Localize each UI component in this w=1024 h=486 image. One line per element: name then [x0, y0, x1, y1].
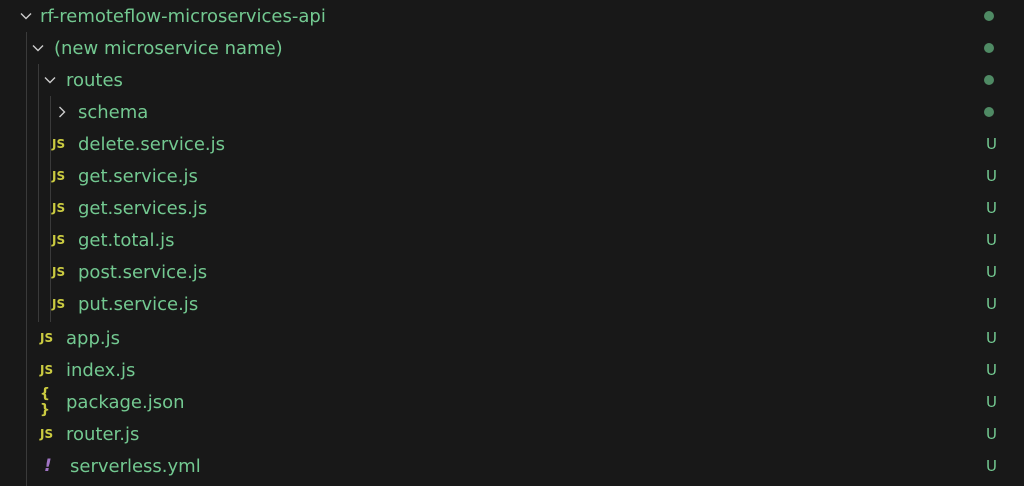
tree-folder-new-microservice[interactable]: (new microservice name) — [0, 32, 1024, 64]
javascript-file-icon: JS — [52, 201, 66, 215]
untracked-status-badge: U — [986, 361, 997, 379]
untracked-status-badge: U — [986, 231, 997, 249]
tree-item-label: post.service.js — [78, 261, 208, 283]
chevron-down-icon[interactable] — [18, 0, 34, 32]
tree-item-label: index.js — [66, 359, 136, 381]
untracked-status-badge: U — [986, 199, 997, 217]
json-file-icon: { } — [40, 386, 51, 418]
tree-folder-schema[interactable]: schema — [0, 96, 1024, 128]
tree-item-label: serverless.yml — [70, 455, 201, 477]
tree-item-label: get.services.js — [78, 197, 208, 219]
javascript-file-icon: JS — [40, 331, 54, 345]
tree-file-get-services[interactable]: JS get.services.js U — [0, 192, 1024, 224]
tree-item-label: app.js — [66, 327, 120, 349]
tree-file-router[interactable]: JS router.js U — [0, 418, 1024, 450]
untracked-status-badge: U — [986, 457, 997, 475]
tree-item-label: put.service.js — [78, 293, 199, 315]
chevron-right-icon[interactable] — [54, 96, 70, 128]
javascript-file-icon: JS — [52, 233, 66, 247]
tree-item-label: get.total.js — [78, 229, 175, 251]
javascript-file-icon: JS — [52, 169, 66, 183]
javascript-file-icon: JS — [52, 265, 66, 279]
chevron-down-icon[interactable] — [42, 64, 58, 96]
tree-item-label: schema — [78, 101, 149, 123]
tree-file-app[interactable]: JS app.js U — [0, 322, 1024, 354]
javascript-file-icon: JS — [40, 427, 54, 441]
modified-dot-icon — [984, 75, 994, 85]
untracked-status-badge: U — [986, 295, 997, 313]
untracked-status-badge: U — [986, 167, 997, 185]
untracked-status-badge: U — [986, 425, 997, 443]
tree-item-label: (new microservice name) — [54, 37, 283, 59]
tree-item-label: routes — [66, 69, 123, 91]
tree-file-serverless-yml[interactable]: ! serverless.yml U — [0, 450, 1024, 482]
tree-item-label: get.service.js — [78, 165, 198, 187]
tree-file-post-service[interactable]: JS post.service.js U — [0, 256, 1024, 288]
tree-item-label: rf-remoteflow-microservices-api — [40, 5, 326, 27]
javascript-file-icon: JS — [40, 363, 54, 377]
untracked-status-badge: U — [986, 329, 997, 347]
modified-dot-icon — [984, 107, 994, 117]
tree-item-label: router.js — [66, 423, 140, 445]
modified-dot-icon — [984, 11, 994, 21]
tree-file-index[interactable]: JS index.js U — [0, 354, 1024, 386]
javascript-file-icon: JS — [52, 137, 66, 151]
tree-file-delete-service[interactable]: JS delete.service.js U — [0, 128, 1024, 160]
chevron-down-icon[interactable] — [30, 32, 46, 64]
tree-file-package-json[interactable]: { } package.json U — [0, 386, 1024, 418]
tree-folder-root[interactable]: rf-remoteflow-microservices-api — [0, 0, 1024, 32]
untracked-status-badge: U — [986, 393, 997, 411]
modified-dot-icon — [984, 43, 994, 53]
javascript-file-icon: JS — [52, 297, 66, 311]
tree-item-label: delete.service.js — [78, 133, 226, 155]
yaml-file-icon: ! — [44, 456, 52, 476]
tree-file-put-service[interactable]: JS put.service.js U — [0, 288, 1024, 320]
tree-file-get-service[interactable]: JS get.service.js U — [0, 160, 1024, 192]
tree-folder-routes[interactable]: routes — [0, 64, 1024, 96]
untracked-status-badge: U — [986, 263, 997, 281]
tree-item-label: package.json — [66, 391, 185, 413]
file-explorer-tree: rf-remoteflow-microservices-api (new mic… — [0, 0, 1024, 486]
untracked-status-badge: U — [986, 135, 997, 153]
tree-file-get-total[interactable]: JS get.total.js U — [0, 224, 1024, 256]
